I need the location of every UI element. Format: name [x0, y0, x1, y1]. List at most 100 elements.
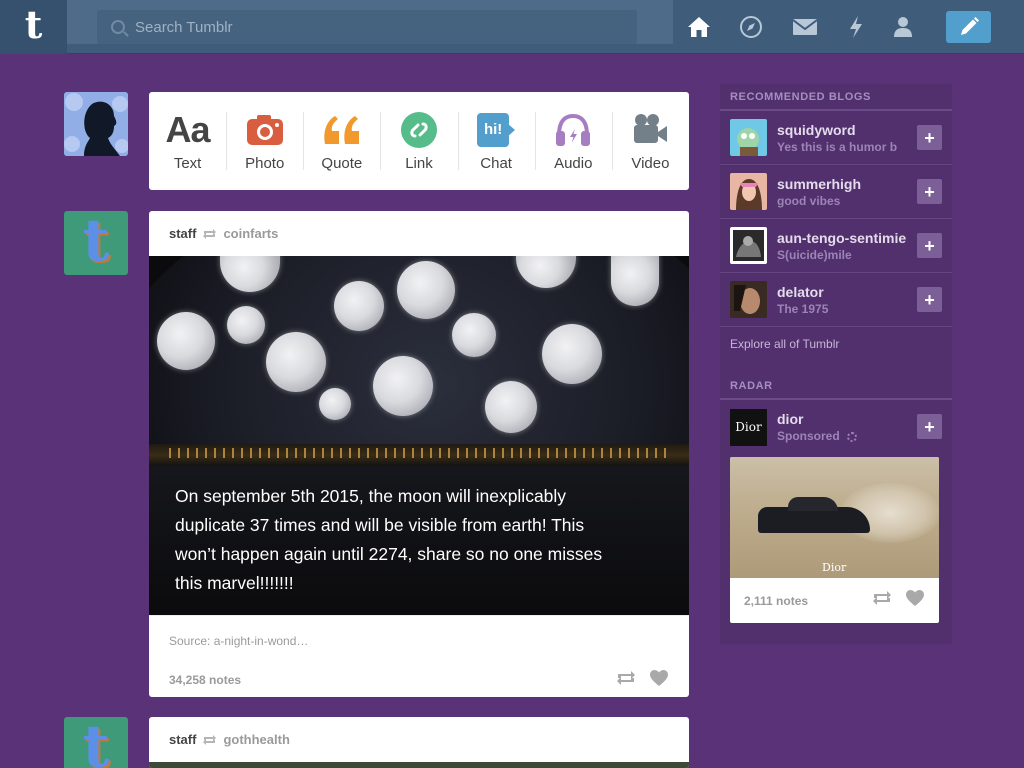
explore-icon[interactable] — [736, 12, 766, 42]
post-type-label: Link — [405, 154, 433, 172]
post-author[interactable]: staff — [169, 226, 196, 241]
compose-button[interactable] — [946, 11, 991, 43]
recommended-blog[interactable]: summerhigh good vibes + — [720, 165, 952, 219]
photo-city-lights — [169, 448, 669, 458]
blog-name[interactable]: summerhigh — [777, 176, 909, 192]
post-type-label: Text — [173, 154, 202, 172]
search-input[interactable] — [135, 18, 615, 36]
post-source[interactable]: Source: a-night-in-wond… — [149, 615, 689, 665]
moon — [485, 381, 537, 433]
post-footer: 34,258 notes — [149, 665, 689, 695]
post-card: staff coinfarts On september 5th 2015, t… — [149, 211, 689, 697]
headphones-icon — [554, 111, 592, 149]
moon — [334, 281, 384, 331]
post-type-quote[interactable]: Quote — [303, 92, 380, 190]
chat-icon: hi! — [477, 111, 516, 149]
follow-button[interactable]: + — [917, 414, 942, 439]
post-header: staff gothhealth — [149, 717, 689, 762]
post-type-audio[interactable]: Audio — [534, 92, 612, 190]
blog-name[interactable]: squidyword — [777, 122, 909, 138]
blog-avatar[interactable] — [730, 173, 767, 210]
radar-photo[interactable]: Dior — [730, 457, 939, 578]
blog-subtitle: Sponsored — [777, 429, 909, 443]
post-author-avatar[interactable]: t — [64, 211, 128, 275]
post-notes[interactable]: 34,258 notes — [169, 673, 241, 687]
quote-icon — [321, 111, 363, 149]
post-actions — [871, 589, 925, 612]
activity-icon[interactable] — [841, 12, 871, 42]
reblog-icon — [202, 228, 217, 240]
post-type-text[interactable]: Aa Text — [149, 92, 226, 190]
account-icon[interactable] — [888, 12, 918, 42]
pencil-icon — [960, 17, 979, 35]
photo-watermark: Dior — [822, 561, 847, 574]
sidebar: RECOMMENDED BLOGS squidyword Yes this is… — [720, 84, 952, 644]
follow-button[interactable]: + — [917, 125, 942, 150]
recommended-blog[interactable]: squidyword Yes this is a humor b + — [720, 111, 952, 165]
blog-subtitle: good vibes — [777, 193, 841, 208]
post-type-label: Quote — [321, 154, 363, 172]
recommended-blog[interactable]: aun-tengo-sentimie S(uicide)mile + — [720, 219, 952, 273]
post-notes[interactable]: 2,111 notes — [744, 594, 808, 608]
radar-blog[interactable]: Dior dior Sponsored + — [720, 400, 952, 454]
moon — [319, 388, 351, 420]
follow-button[interactable]: + — [917, 233, 942, 258]
blog-name[interactable]: aun-tengo-sentimie — [777, 230, 909, 246]
post-photo[interactable] — [149, 762, 689, 768]
post-type-chat[interactable]: hi! Chat — [457, 92, 535, 190]
post-actions — [615, 669, 669, 692]
reblog-icon — [202, 734, 217, 746]
post-type-video[interactable]: Video — [611, 92, 689, 190]
home-icon[interactable] — [684, 12, 714, 42]
blog-subtitle: The 1975 — [777, 301, 829, 316]
camera-icon — [246, 111, 284, 149]
messages-icon[interactable] — [790, 12, 820, 42]
post-author-avatar[interactable]: t — [64, 717, 128, 768]
blog-avatar[interactable] — [730, 119, 767, 156]
post-type-photo[interactable]: Photo — [226, 92, 303, 190]
heart-icon[interactable] — [905, 589, 925, 612]
link-icon — [400, 111, 438, 149]
explore-link[interactable]: Explore all of Tumblr — [720, 327, 952, 365]
search-icon — [111, 20, 125, 34]
post-card: staff gothhealth — [149, 717, 689, 768]
blog-subtitle: S(uicide)mile — [777, 247, 852, 262]
post-photo[interactable]: On september 5th 2015, the moon will ine… — [149, 256, 689, 615]
post-reblogged-from[interactable]: gothhealth — [223, 732, 289, 747]
post-reblogged-from[interactable]: coinfarts — [223, 226, 278, 241]
blog-subtitle: Yes this is a humor b — [777, 139, 898, 154]
moon — [373, 356, 433, 416]
user-avatar[interactable] — [64, 92, 128, 156]
radar-title: RADAR — [720, 373, 952, 400]
post-author[interactable]: staff — [169, 732, 196, 747]
follow-button[interactable]: + — [917, 179, 942, 204]
tumblr-logo-letter: t — [24, 2, 43, 47]
moon — [611, 256, 659, 306]
blog-name[interactable]: delator — [777, 284, 909, 300]
photo-caption: On september 5th 2015, the moon will ine… — [175, 486, 603, 593]
recommended-blog[interactable]: delator The 1975 + — [720, 273, 952, 327]
post-type-label: Audio — [554, 154, 593, 172]
moon — [266, 332, 326, 392]
text-icon: Aa — [165, 108, 211, 150]
dior-logo[interactable]: Dior — [730, 408, 767, 446]
moon — [397, 261, 455, 319]
post-type-label: Chat — [480, 154, 512, 172]
post-type-link[interactable]: Link — [380, 92, 457, 190]
search-box[interactable] — [97, 10, 637, 44]
reblog-icon[interactable] — [871, 589, 893, 612]
recommended-blogs-title: RECOMMENDED BLOGS — [720, 84, 952, 111]
sponsored-icon — [847, 431, 858, 442]
blog-avatar[interactable] — [730, 281, 767, 318]
post-type-label: Video — [631, 154, 670, 172]
blog-avatar[interactable] — [730, 227, 767, 264]
follow-button[interactable]: + — [917, 287, 942, 312]
heart-icon[interactable] — [649, 669, 669, 692]
search-area — [67, 0, 673, 44]
radar-post-card: Dior 2,111 notes — [730, 457, 939, 623]
tumblr-logo[interactable]: t — [0, 0, 67, 54]
reblog-icon[interactable] — [615, 669, 637, 692]
moon — [542, 324, 602, 384]
blog-name[interactable]: dior — [777, 411, 909, 427]
moon — [157, 312, 215, 370]
